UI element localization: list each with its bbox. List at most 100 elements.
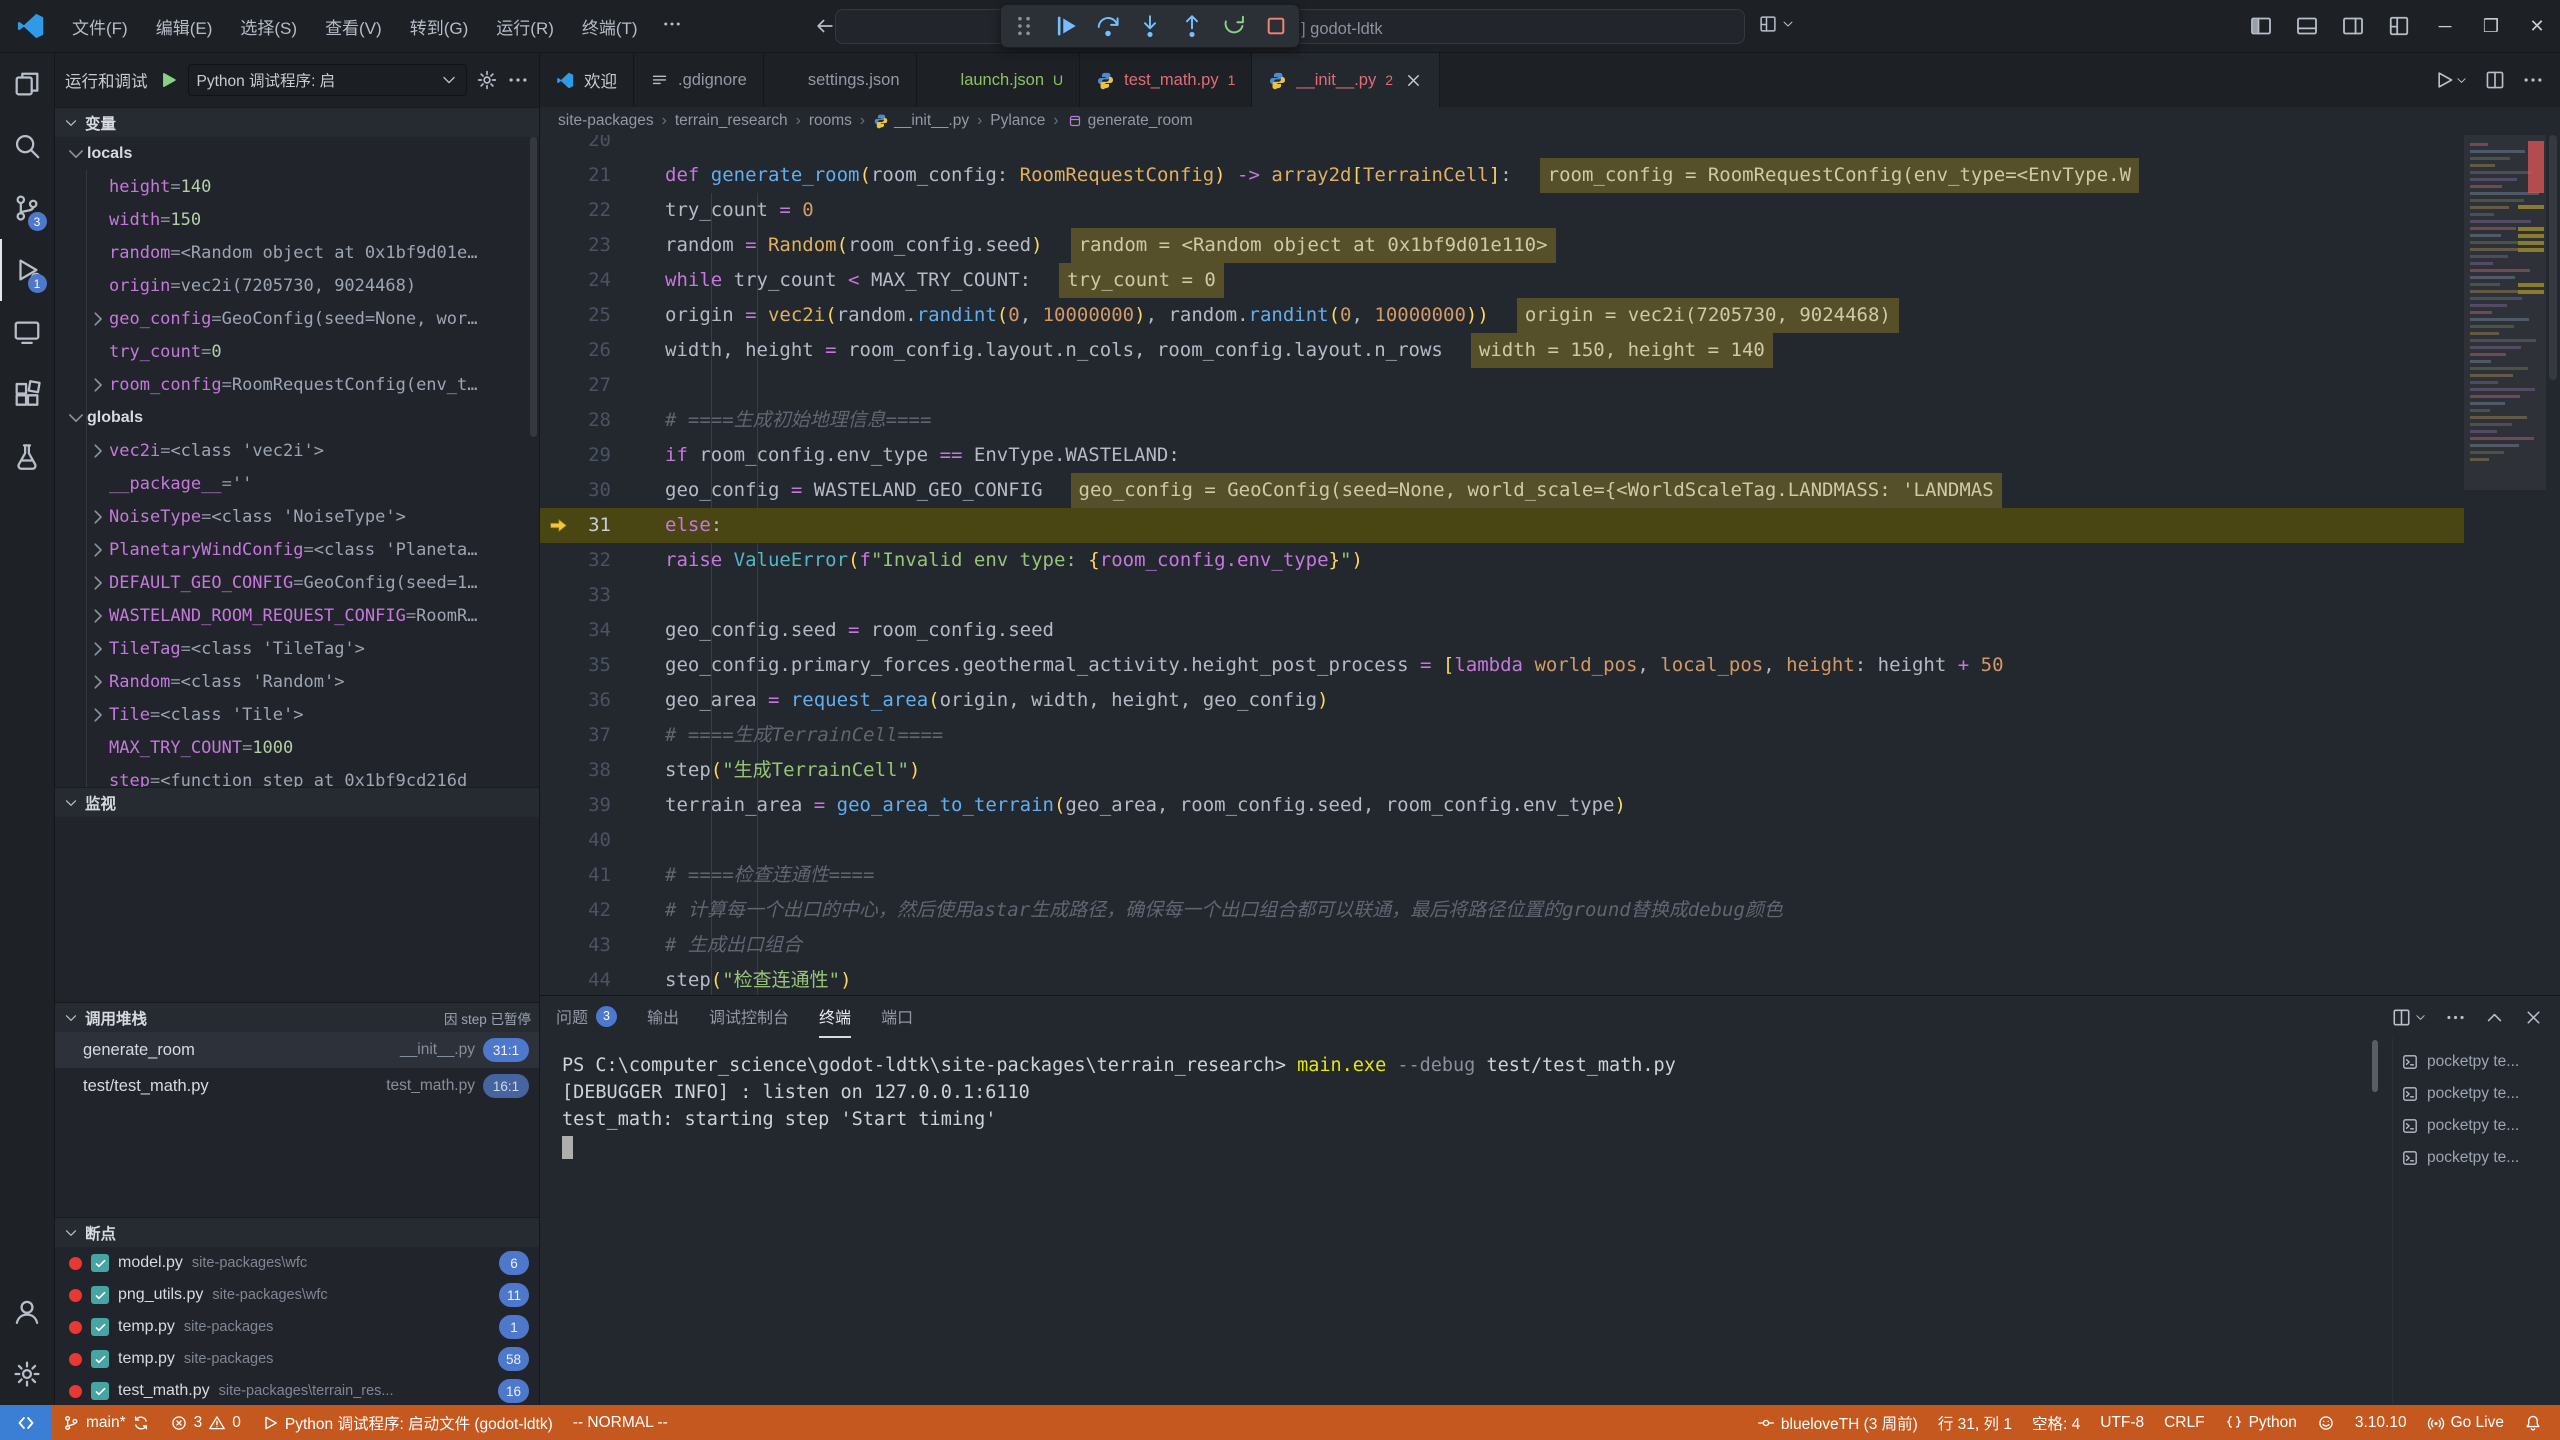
callstack-section-header[interactable]: 调用堆栈 因 step 已暂停 [55,1002,539,1032]
scope-row[interactable]: locals [55,137,539,170]
variable-row[interactable]: WASTELAND_ROOM_REQUEST_CONFIG = RoomR… [55,599,539,632]
code-line-25[interactable]: 25 origin = vec2i(random.randint(0, 1000… [540,298,2464,333]
line-number[interactable]: 29 [540,438,635,473]
status-last-commit[interactable]: blueloveTH (3 周前) [1747,1405,1928,1440]
menu-编辑[interactable]: 编辑(E) [144,9,225,44]
code-line-27[interactable]: 27 [540,368,2464,403]
line-number[interactable]: 27 [540,368,635,403]
terminal-output[interactable]: PS C:\computer_science\godot-ldtk\site-p… [540,1038,2392,1405]
line-number[interactable]: 40 [540,823,635,858]
variable-row[interactable]: MAX_TRY_COUNT = 1000 [55,731,539,764]
status-python-version[interactable]: 3.10.10 [2345,1405,2417,1440]
toggle-secondary-sidebar-icon[interactable] [2341,14,2365,38]
code-line-29[interactable]: 29 if room_config.env_type == EnvType.WA… [540,438,2464,473]
code-line-31[interactable]: 31 else: [540,508,2464,543]
activity-search[interactable] [0,115,55,177]
line-number[interactable]: 33 [540,578,635,613]
status-debug-config[interactable]: Python 调试程序: 启动文件 (godot-ldtk) [251,1405,563,1440]
code-line-21[interactable]: 21def generate_room(room_config: RoomReq… [540,158,2464,193]
line-number[interactable]: 42 [540,893,635,928]
stop-icon[interactable] [1263,13,1289,39]
line-number[interactable]: 30 [540,473,635,508]
variable-row[interactable]: PlanetaryWindConfig = <class 'Planeta… [55,533,539,566]
continue-icon[interactable] [1053,13,1079,39]
status-language-mode[interactable]: Python [2215,1405,2307,1440]
line-number[interactable]: 32 [540,543,635,578]
code-line-22[interactable]: 22 try_count = 0 [540,193,2464,228]
code-line-35[interactable]: 35 geo_config.primary_forces.geothermal_… [540,648,2464,683]
run-python-file-button[interactable] [2433,69,2468,91]
activity-run-and-debug[interactable]: 1 [0,239,55,301]
variable-row[interactable]: vec2i = <class 'vec2i'> [55,434,539,467]
code-line-37[interactable]: 37 # ====生成TerrainCell==== [540,718,2464,753]
code-line-20[interactable]: 20 [540,135,2464,158]
code-line-40[interactable]: 40 [540,823,2464,858]
window-restore-button[interactable]: ❒ [2468,0,2514,52]
code-line-39[interactable]: 39 terrain_area = geo_area_to_terrain(ge… [540,788,2464,823]
code-editor[interactable]: 2021def generate_room(room_config: RoomR… [540,135,2560,995]
code-line-26[interactable]: 26 width, height = room_config.layout.n_… [540,333,2464,368]
line-number[interactable]: 41 [540,858,635,893]
code-line-42[interactable]: 42 # 计算每一个出口的中心，然后使用astar生成路径，确保每一个出口组合都… [540,893,2464,928]
toggle-sidebar-icon[interactable] [2249,14,2273,38]
variable-row[interactable]: origin = vec2i(7205730, 9024468) [55,269,539,302]
breakpoint-row[interactable]: temp.pysite-packages58 [55,1343,539,1375]
breakpoint-checkbox[interactable] [91,1382,109,1400]
callstack-frame[interactable]: test/test_math.pytest_math.py16:1 [55,1068,539,1104]
breakpoint-row[interactable]: temp.pysite-packages1 [55,1311,539,1343]
line-number[interactable]: 21 [540,158,635,193]
toggle-panel-icon[interactable] [2295,14,2319,38]
line-number[interactable]: 20 [540,135,635,158]
window-minimize-button[interactable]: ─ [2422,0,2468,52]
line-number[interactable]: 24 [540,263,635,298]
menu-转到[interactable]: 转到(G) [398,9,481,44]
step-into-icon[interactable] [1137,13,1163,39]
variable-row[interactable]: NoiseType = <class 'NoiseType'> [55,500,539,533]
variable-row[interactable]: try_count = 0 [55,335,539,368]
line-number[interactable]: 25 [540,298,635,333]
breakpoint-row[interactable]: model.pysite-packages\wfc6 [55,1247,539,1279]
panel-tab-终端[interactable]: 终端 [819,996,851,1038]
breakpoint-checkbox[interactable] [91,1286,109,1304]
breakpoint-checkbox[interactable] [91,1350,109,1368]
menu-选择[interactable]: 选择(S) [228,9,309,44]
breakpoint-checkbox[interactable] [91,1318,109,1336]
maximize-panel-icon[interactable] [2484,1007,2505,1028]
step-out-icon[interactable] [1179,13,1205,39]
code-line-23[interactable]: 23 random = Random(room_config.seed)rand… [540,228,2464,263]
panel-tab-问题[interactable]: 问题3 [556,996,617,1038]
nav-back-button[interactable] [814,15,836,37]
variable-row[interactable]: width = 150 [55,203,539,236]
variable-row[interactable]: TileTag = <class 'TileTag'> [55,632,539,665]
more-actions-icon[interactable] [507,69,529,91]
terminal-scrollbar[interactable] [2372,1040,2378,1092]
menu-查看[interactable]: 查看(V) [313,9,394,44]
variable-row[interactable]: Random = <class 'Random'> [55,665,539,698]
code-line-43[interactable]: 43 # 生成出口组合 [540,928,2464,963]
start-debug-button[interactable] [157,69,179,91]
status-notifications-bell[interactable] [2514,1405,2552,1440]
tab-launch.json[interactable]: launch.jsonU [917,53,1081,107]
status-eol[interactable]: CRLF [2154,1405,2214,1440]
code-line-36[interactable]: 36 geo_area = request_area(origin, width… [540,683,2464,718]
close-panel-icon[interactable] [2523,1007,2544,1028]
breadcrumb-item[interactable]: rooms [809,112,852,130]
activity-extensions[interactable] [0,363,55,425]
variable-row[interactable]: step = <function step at 0x1bf9cd216d [55,764,539,787]
status-feedback-smiley[interactable] [2307,1405,2345,1440]
line-number[interactable]: 23 [540,228,635,263]
status-indentation[interactable]: 空格: 4 [2022,1405,2090,1440]
window-close-button[interactable]: ✕ [2514,0,2560,52]
breakpoint-checkbox[interactable] [91,1254,109,1272]
editor-scrollbar[interactable] [2546,135,2560,995]
breakpoint-row[interactable]: test_math.pysite-packages\terrain_res...… [55,1375,539,1405]
code-line-41[interactable]: 41 # ====检查连通性==== [540,858,2464,893]
tab-.gdignore[interactable]: .gdignore [634,53,764,107]
launch-terminal-profile-button[interactable] [2391,1007,2427,1028]
line-number[interactable]: 26 [540,333,635,368]
variable-row[interactable]: DEFAULT_GEO_CONFIG = GeoConfig(seed=1… [55,566,539,599]
code-line-44[interactable]: 44 step("检查连通性") [540,963,2464,995]
line-number[interactable]: 35 [540,648,635,683]
line-number[interactable]: 39 [540,788,635,823]
menu-终端[interactable]: 终端(T) [570,9,650,44]
